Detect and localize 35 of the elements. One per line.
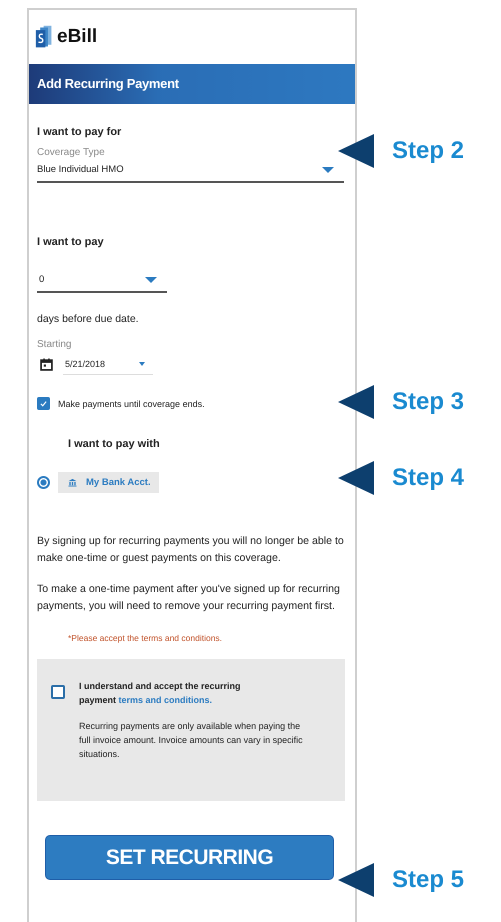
step-label: Step 5 <box>392 866 464 894</box>
app-name: eBill <box>57 26 98 48</box>
notice-paragraph: To make a one-time payment after you've signed up for recurring payments, you will need to remove your recurring payment first. <box>37 582 341 614</box>
bank-icon <box>68 478 77 487</box>
page-header: Add Recurring Payment <box>29 64 355 104</box>
days-dropdown[interactable]: 0 <box>37 268 167 293</box>
section-heading: I want to pay with <box>68 438 161 450</box>
calendar-icon[interactable] <box>40 358 53 371</box>
pointer-arrow-icon <box>338 461 374 495</box>
section-heading: I want to pay <box>37 236 105 248</box>
section-heading: I want to pay for <box>37 126 122 138</box>
start-date-dropdown[interactable]: 5/21/2018 <box>63 354 153 375</box>
pointer-arrow-icon <box>338 385 374 419</box>
step-label: Step 4 <box>392 464 464 492</box>
bank-account-option[interactable]: My Bank Acct. <box>58 472 159 493</box>
field-label: Coverage Type <box>37 147 106 158</box>
checkbox[interactable] <box>51 685 65 699</box>
check-icon <box>39 399 48 408</box>
notice-paragraph: By signing up for recurring payments you will no longer be able to make one-time or guest payments on this coverage. <box>37 534 345 566</box>
bill-logo-icon <box>35 25 54 49</box>
terms-link[interactable]: terms and conditions. <box>118 695 212 705</box>
error-message: *Please accept the terms and conditions. <box>68 633 224 643</box>
set-recurring-button[interactable]: SET RECURRING <box>45 835 334 880</box>
step-label: Step 3 <box>392 388 464 416</box>
pointer-arrow-icon <box>338 863 374 897</box>
step-label: Step 2 <box>392 137 464 165</box>
terms-note: Recurring payments are only available when paying the full invoice amount. Invoice amounts can vary in specific situations. <box>79 720 304 761</box>
pointer-arrow-icon <box>338 134 374 168</box>
checkbox-label: Make payments until coverage ends. <box>58 398 205 408</box>
days-suffix-text: days before due date. <box>37 313 140 325</box>
coverage-type-dropdown[interactable]: Blue Individual HMO <box>37 158 344 183</box>
radio-button[interactable] <box>37 476 50 489</box>
terms-label: I understand and accept the recurring payment terms and conditions. <box>79 680 242 707</box>
field-label: Starting <box>37 339 72 350</box>
checkbox[interactable] <box>37 397 50 410</box>
